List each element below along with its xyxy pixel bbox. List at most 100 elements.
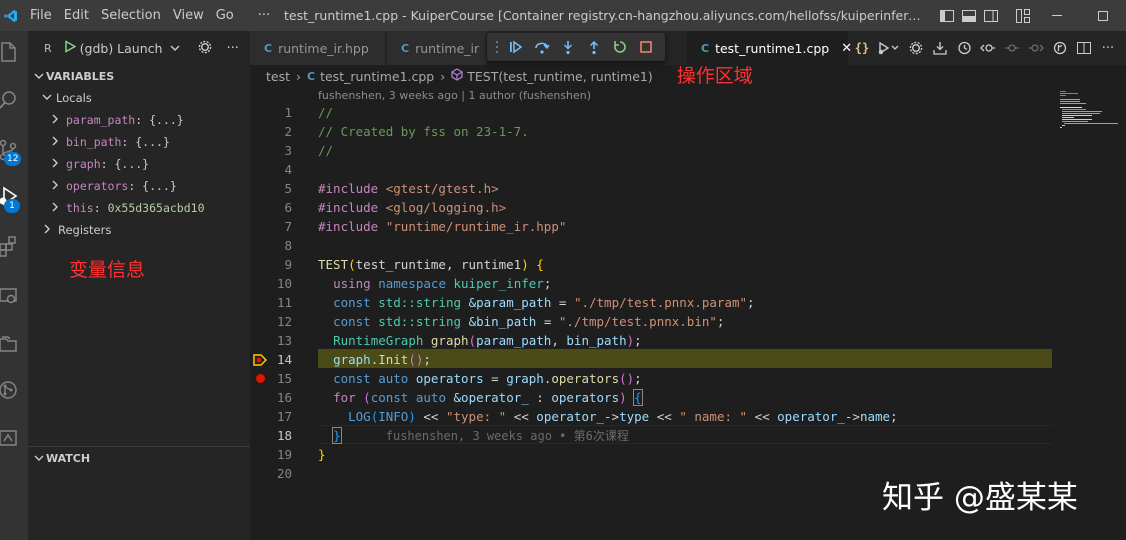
menu-more[interactable]: ··· (252, 0, 276, 31)
code-line-19[interactable]: } (318, 445, 326, 464)
line-number[interactable]: 18 (250, 426, 292, 445)
line-number[interactable]: 20 (250, 464, 292, 483)
launch-config-label[interactable]: (gdb) Launch (80, 41, 163, 56)
toggle-secondary-sidebar-icon[interactable] (980, 0, 1002, 31)
breadcrumb-item-file[interactable]: test_runtime1.cpp (320, 69, 434, 84)
maximize-icon[interactable] (1080, 0, 1126, 31)
search-icon[interactable] (0, 85, 28, 115)
codelens-blame[interactable]: fushenshen, 3 weeks ago | 1 author (fush… (318, 89, 591, 102)
testing-icon[interactable] (0, 423, 28, 453)
drag-handle-icon[interactable] (491, 34, 503, 60)
more-actions-icon[interactable]: ··· (1096, 33, 1120, 63)
code-line-14[interactable]: graph.Init(); (318, 350, 431, 369)
code-line-12[interactable]: const std::string &bin_path = "./tmp/tes… (318, 312, 724, 331)
line-number[interactable]: 13 (250, 331, 292, 350)
watch-title: WATCH (46, 451, 91, 465)
extensions-icon[interactable] (0, 231, 28, 261)
line-number[interactable]: 12 (250, 312, 292, 331)
code-line-15[interactable]: const auto operators = graph.operators()… (318, 369, 642, 388)
minimize-icon[interactable] (1034, 0, 1080, 31)
line-number[interactable]: 7 (250, 217, 292, 236)
continue-icon[interactable] (503, 34, 529, 60)
line-number[interactable]: 9 (250, 255, 292, 274)
step-out-icon[interactable] (581, 34, 607, 60)
code-line-9[interactable]: TEST(test_runtime, runtime1) { (318, 255, 544, 274)
code-line-10[interactable]: using namespace kuiper_infer; (318, 274, 551, 293)
braces-icon[interactable]: {} (850, 33, 874, 63)
chevron-down-icon (32, 70, 46, 83)
breadcrumb-item-folder[interactable]: test (266, 69, 290, 84)
tab-runtime-ir[interactable]: C runtime_ir (387, 31, 487, 65)
step-into-icon[interactable] (555, 34, 581, 60)
variable-row[interactable]: bin_path: {...} (28, 131, 250, 153)
code-line-2[interactable]: // Created by fss on 23-1-7. (318, 122, 529, 141)
code-line-6[interactable]: #include <glog/logging.h> (318, 198, 506, 217)
line-number[interactable]: 1 (250, 103, 292, 122)
explorer-icon[interactable] (0, 37, 28, 67)
stop-icon[interactable] (633, 34, 659, 60)
line-number[interactable]: 2 (250, 122, 292, 141)
git-graph-icon[interactable] (0, 375, 28, 405)
restart-icon[interactable] (607, 34, 633, 60)
menu-go[interactable]: Go (210, 0, 240, 31)
code-line-1[interactable]: // (318, 103, 333, 122)
cpp-file-icon: C (264, 41, 273, 55)
git-lens-icon[interactable] (1048, 33, 1072, 63)
code-line-13[interactable]: RuntimeGraph graph(param_path, bin_path)… (318, 331, 642, 350)
chevron-down-icon[interactable] (170, 41, 180, 55)
variable-row[interactable]: graph: {...} (28, 153, 250, 175)
toggle-primary-sidebar-icon[interactable] (936, 0, 958, 31)
breadcrumb-item-symbol[interactable]: TEST(test_runtime, runtime1) (467, 69, 652, 84)
variable-row[interactable]: param_path: {...} (28, 109, 250, 131)
menu-file[interactable]: File (24, 0, 58, 31)
code-editor[interactable]: fushenshen, 3 weeks ago | 1 author (fush… (250, 87, 1126, 540)
code-line-18[interactable]: } fushenshen, 3 weeks ago • 第6次课程 (318, 426, 629, 446)
open-changes-next-icon[interactable] (1024, 33, 1048, 63)
registers-scope[interactable]: Registers (28, 219, 250, 241)
open-changes-previous-icon[interactable] (976, 33, 1000, 63)
code-line-5[interactable]: #include <gtest/gtest.h> (318, 179, 499, 198)
menu-edit[interactable]: Edit (58, 0, 95, 31)
variable-row[interactable]: operators: {...} (28, 175, 250, 197)
menu-selection[interactable]: Selection (95, 0, 167, 31)
customize-layout-icon[interactable] (1012, 0, 1034, 31)
line-number[interactable]: 4 (250, 160, 292, 179)
step-over-icon[interactable] (529, 34, 555, 60)
chevron-down-icon (32, 452, 46, 465)
line-number[interactable]: 11 (250, 293, 292, 312)
watch-section-header[interactable]: WATCH (28, 447, 250, 469)
line-number[interactable]: 5 (250, 179, 292, 198)
line-number[interactable]: 17 (250, 407, 292, 426)
variables-section-header[interactable]: VARIABLES (28, 65, 250, 87)
line-number[interactable]: 6 (250, 198, 292, 217)
minimap[interactable] (1058, 87, 1118, 147)
run-debug-dropdown-icon[interactable] (874, 33, 904, 63)
code-line-16[interactable]: for (const auto &operator_ : operators) … (318, 388, 643, 407)
split-editor-icon[interactable] (1072, 33, 1096, 63)
code-line-17[interactable]: LOG(INFO) << "type: " << operator_->type… (318, 407, 897, 426)
variable-row[interactable]: this: 0x55d365acbd10 (28, 197, 250, 219)
breakpoint-icon[interactable] (256, 374, 265, 383)
menu-view[interactable]: View (167, 0, 210, 31)
gear-icon[interactable] (198, 40, 212, 57)
code-line-3[interactable]: // (318, 141, 333, 160)
code-line-11[interactable]: const std::string &param_path = "./tmp/t… (318, 293, 755, 312)
code-line-7[interactable]: #include "runtime/runtime_ir.hpp" (318, 217, 566, 236)
line-number[interactable]: 8 (250, 236, 292, 255)
folders-icon[interactable] (0, 329, 28, 359)
download-icon[interactable] (928, 33, 952, 63)
line-number[interactable]: 19 (250, 445, 292, 464)
gear-icon[interactable] (904, 33, 928, 63)
start-debugging-button[interactable]: (gdb) Launch (60, 37, 185, 59)
line-number[interactable]: 3 (250, 141, 292, 160)
more-actions-icon[interactable]: ··· (226, 41, 238, 56)
locals-scope[interactable]: Locals (28, 87, 250, 109)
history-icon[interactable] (952, 33, 976, 63)
line-number[interactable]: 10 (250, 274, 292, 293)
line-number[interactable]: 16 (250, 388, 292, 407)
remote-explorer-icon[interactable] (0, 281, 28, 311)
toggle-panel-icon[interactable] (958, 0, 980, 31)
commit-node-icon[interactable] (1000, 33, 1024, 63)
tab-runtime-ir-hpp[interactable]: C runtime_ir.hpp (250, 31, 386, 65)
watermark: 知乎 @盛某某 (882, 480, 1078, 516)
